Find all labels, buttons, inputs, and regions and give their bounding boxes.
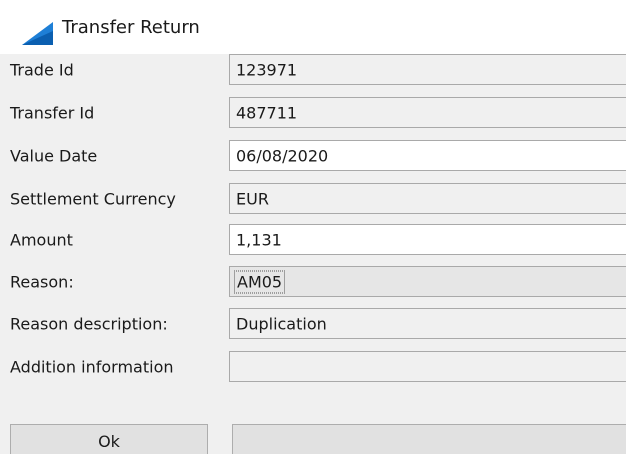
reason-description-value: Duplication <box>236 314 327 333</box>
ok-button[interactable]: Ok <box>10 424 208 454</box>
secondary-button[interactable] <box>232 424 626 454</box>
value-date-value: 06/08/2020 <box>236 146 329 165</box>
reason-description-label: Reason description: <box>10 314 168 334</box>
settlement-currency-field[interactable]: EUR <box>229 183 626 214</box>
transfer-id-field[interactable]: 487711 <box>229 97 626 128</box>
addition-information-field[interactable] <box>229 351 626 382</box>
row-reason-description: Reason description: Duplication <box>0 304 626 344</box>
settlement-currency-value: EUR <box>236 189 269 208</box>
reason-label: Reason: <box>10 272 74 292</box>
row-transfer-id: Transfer Id 487711 <box>0 93 626 133</box>
trade-id-value: 123971 <box>236 60 298 79</box>
row-reason: Reason: AM05 <box>0 262 626 302</box>
row-amount: Amount 1,131 <box>0 220 626 260</box>
row-value-date: Value Date 06/08/2020 <box>0 136 626 176</box>
transfer-return-window: Transfer Return Trade Id 123971 Transfer… <box>0 0 626 454</box>
amount-input[interactable]: 1,131 <box>229 224 626 255</box>
transfer-id-label: Transfer Id <box>10 103 95 123</box>
ok-button-label: Ok <box>98 432 120 451</box>
row-settlement-currency: Settlement Currency EUR <box>0 179 626 219</box>
addition-information-label: Addition information <box>10 357 174 377</box>
row-addition-information: Addition information <box>0 347 626 387</box>
window-title: Transfer Return <box>62 17 200 38</box>
trade-id-label: Trade Id <box>10 60 74 80</box>
settlement-currency-label: Settlement Currency <box>10 189 176 209</box>
trade-id-field[interactable]: 123971 <box>229 54 626 85</box>
transfer-id-value: 487711 <box>236 103 298 122</box>
reason-select[interactable]: AM05 <box>229 266 626 297</box>
reason-value: AM05 <box>234 270 286 293</box>
value-date-label: Value Date <box>10 146 98 166</box>
triangle-logo-icon <box>20 20 56 46</box>
button-bar: Ok <box>0 424 626 454</box>
amount-label: Amount <box>10 230 73 250</box>
row-trade-id: Trade Id 123971 <box>0 50 626 90</box>
value-date-input[interactable]: 06/08/2020 <box>229 140 626 171</box>
amount-value: 1,131 <box>236 230 282 249</box>
title-bar: Transfer Return <box>0 0 626 54</box>
reason-description-field[interactable]: Duplication <box>229 308 626 339</box>
